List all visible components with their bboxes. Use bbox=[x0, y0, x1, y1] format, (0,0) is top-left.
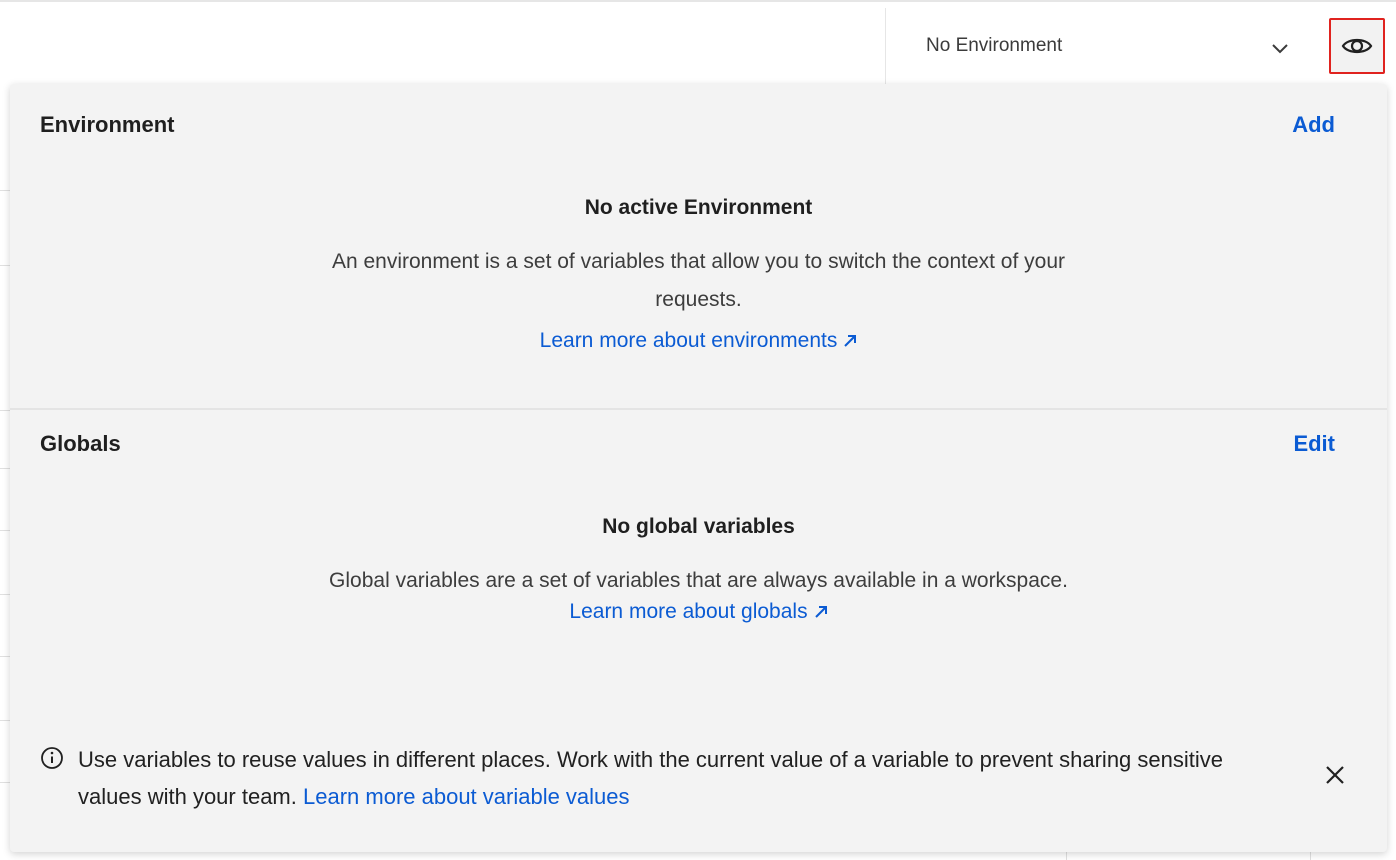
background-divider bbox=[1310, 852, 1311, 860]
chevron-down-icon bbox=[1272, 44, 1288, 54]
background-divider bbox=[0, 720, 10, 721]
add-environment-button[interactable]: Add bbox=[1292, 112, 1335, 138]
environment-empty-title: No active Environment bbox=[584, 196, 813, 219]
learn-more-environments-link[interactable]: Learn more about environments bbox=[540, 329, 858, 353]
environment-selector-value: No Environment bbox=[926, 35, 1063, 56]
globals-empty-description: Global variables are a set of variables … bbox=[329, 569, 1068, 592]
background-divider bbox=[0, 265, 10, 266]
info-banner-text: Use variables to reuse values in differe… bbox=[78, 741, 1278, 815]
section-divider bbox=[10, 408, 1387, 410]
external-arrow-icon bbox=[814, 606, 827, 619]
background-divider bbox=[0, 190, 10, 191]
close-icon[interactable] bbox=[1323, 763, 1347, 787]
background-divider bbox=[0, 468, 10, 469]
learn-more-variable-values-link[interactable]: Learn more about variable values bbox=[303, 784, 630, 809]
background-divider bbox=[0, 410, 10, 411]
info-icon bbox=[41, 747, 63, 769]
environment-empty-state: No active Environment An environment is … bbox=[10, 196, 1387, 353]
globals-empty-title: No global variables bbox=[602, 515, 795, 538]
environment-quick-look-popover: Environment Add No active Environment An… bbox=[10, 84, 1387, 852]
background-divider bbox=[0, 782, 10, 783]
background-content-edge bbox=[0, 84, 10, 860]
info-banner-message: Use variables to reuse values in differe… bbox=[78, 747, 1223, 809]
eye-icon bbox=[1341, 38, 1373, 54]
learn-more-environments-label: Learn more about environments bbox=[539, 329, 838, 352]
environment-empty-description: An environment is a set of variables tha… bbox=[331, 250, 1066, 311]
top-bar: No Environment bbox=[0, 0, 1396, 86]
environment-selector[interactable]: No Environment bbox=[888, 8, 1322, 84]
environment-section-title: Environment bbox=[40, 112, 175, 137]
learn-more-globals-label: Learn more about globals bbox=[569, 600, 808, 623]
background-divider bbox=[0, 656, 10, 657]
external-arrow-icon bbox=[844, 335, 857, 348]
learn-more-globals-link[interactable]: Learn more about globals bbox=[569, 600, 827, 624]
background-divider bbox=[1066, 852, 1067, 860]
environment-quick-look-button[interactable] bbox=[1329, 18, 1385, 74]
globals-section-title: Globals bbox=[40, 431, 121, 456]
background-divider bbox=[0, 594, 10, 595]
variables-info-banner: Use variables to reuse values in differe… bbox=[40, 741, 1360, 821]
background-divider bbox=[0, 530, 10, 531]
topbar-divider bbox=[885, 8, 886, 86]
edit-globals-button[interactable]: Edit bbox=[1293, 431, 1335, 457]
globals-empty-state: No global variables Global variables are… bbox=[10, 515, 1387, 624]
